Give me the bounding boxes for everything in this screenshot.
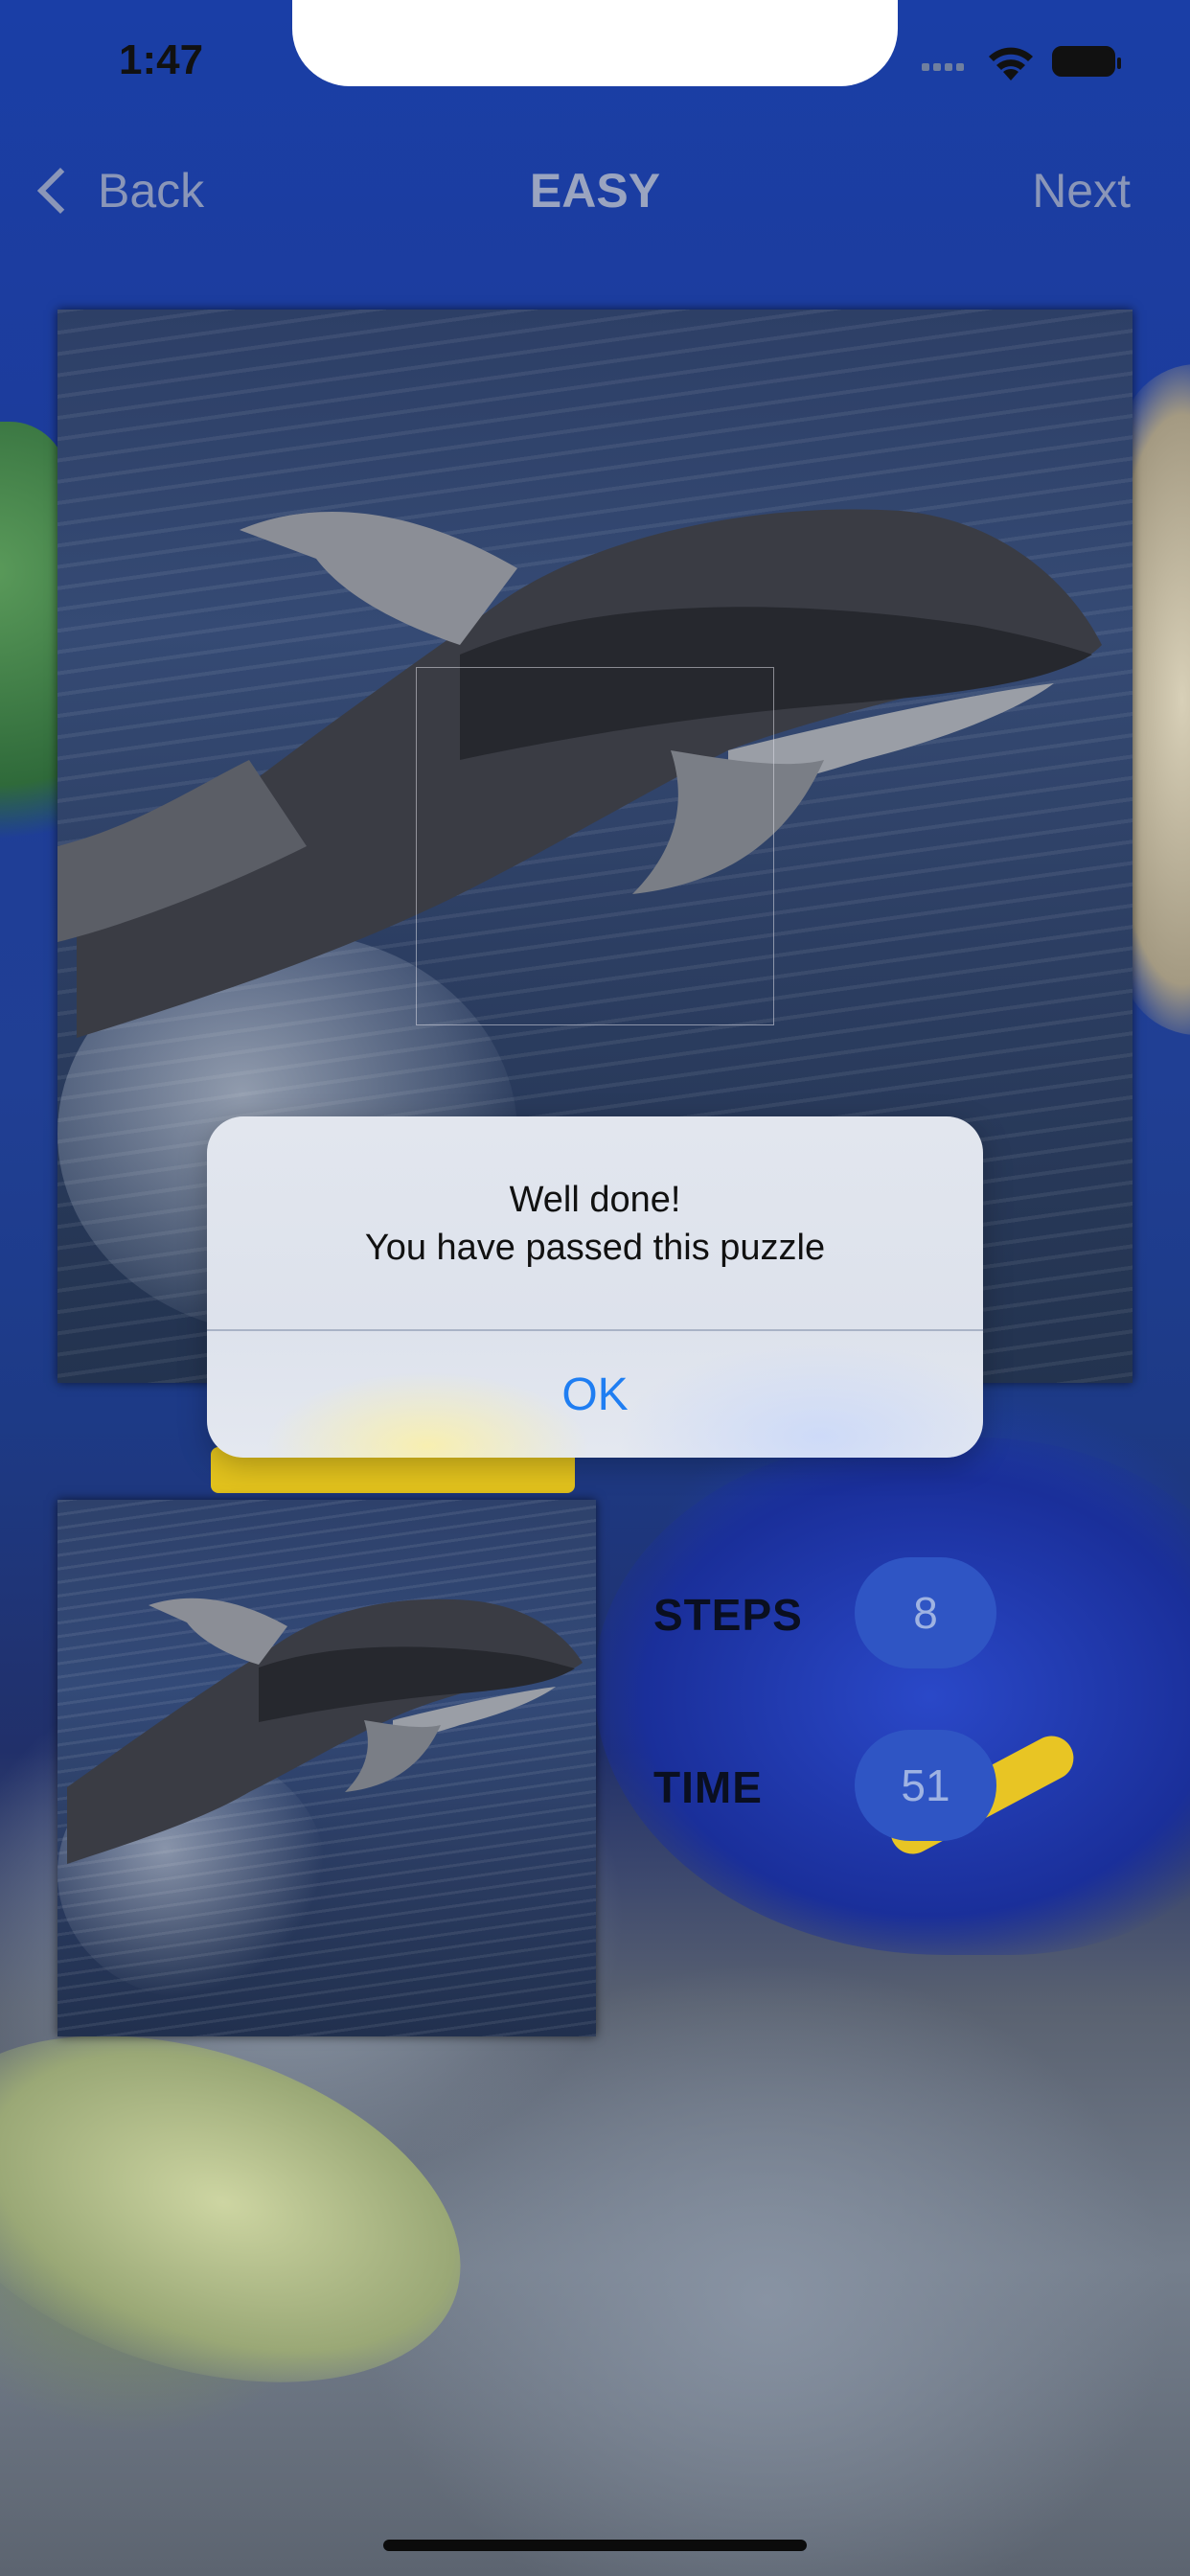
alert-message: You have passed this puzzle bbox=[364, 1228, 826, 1268]
steps-label: STEPS bbox=[653, 1590, 803, 1640]
time-label: TIME bbox=[653, 1762, 763, 1812]
empty-tile-slot[interactable] bbox=[416, 667, 774, 1025]
wifi-icon bbox=[989, 47, 1033, 80]
dolphin-preview-image bbox=[67, 1598, 583, 1864]
page-title: EASY bbox=[529, 164, 661, 218]
home-indicator[interactable] bbox=[383, 2540, 807, 2551]
time-counter: 51 bbox=[855, 1730, 996, 1841]
blue-tang-decoration bbox=[594, 1438, 1190, 1955]
device-notch bbox=[292, 0, 898, 86]
puzzle-preview bbox=[57, 1500, 596, 2036]
alert-title: Well done! bbox=[509, 1180, 681, 1220]
status-time: 1:47 bbox=[119, 36, 204, 83]
next-button[interactable]: Next bbox=[1032, 163, 1131, 218]
success-alert: Well done! You have passed this puzzle O… bbox=[207, 1116, 983, 1458]
steps-counter: 8 bbox=[855, 1557, 996, 1668]
wrasse-decoration bbox=[0, 1972, 505, 2446]
ok-button[interactable]: OK bbox=[207, 1331, 983, 1458]
battery-icon bbox=[1052, 46, 1121, 77]
